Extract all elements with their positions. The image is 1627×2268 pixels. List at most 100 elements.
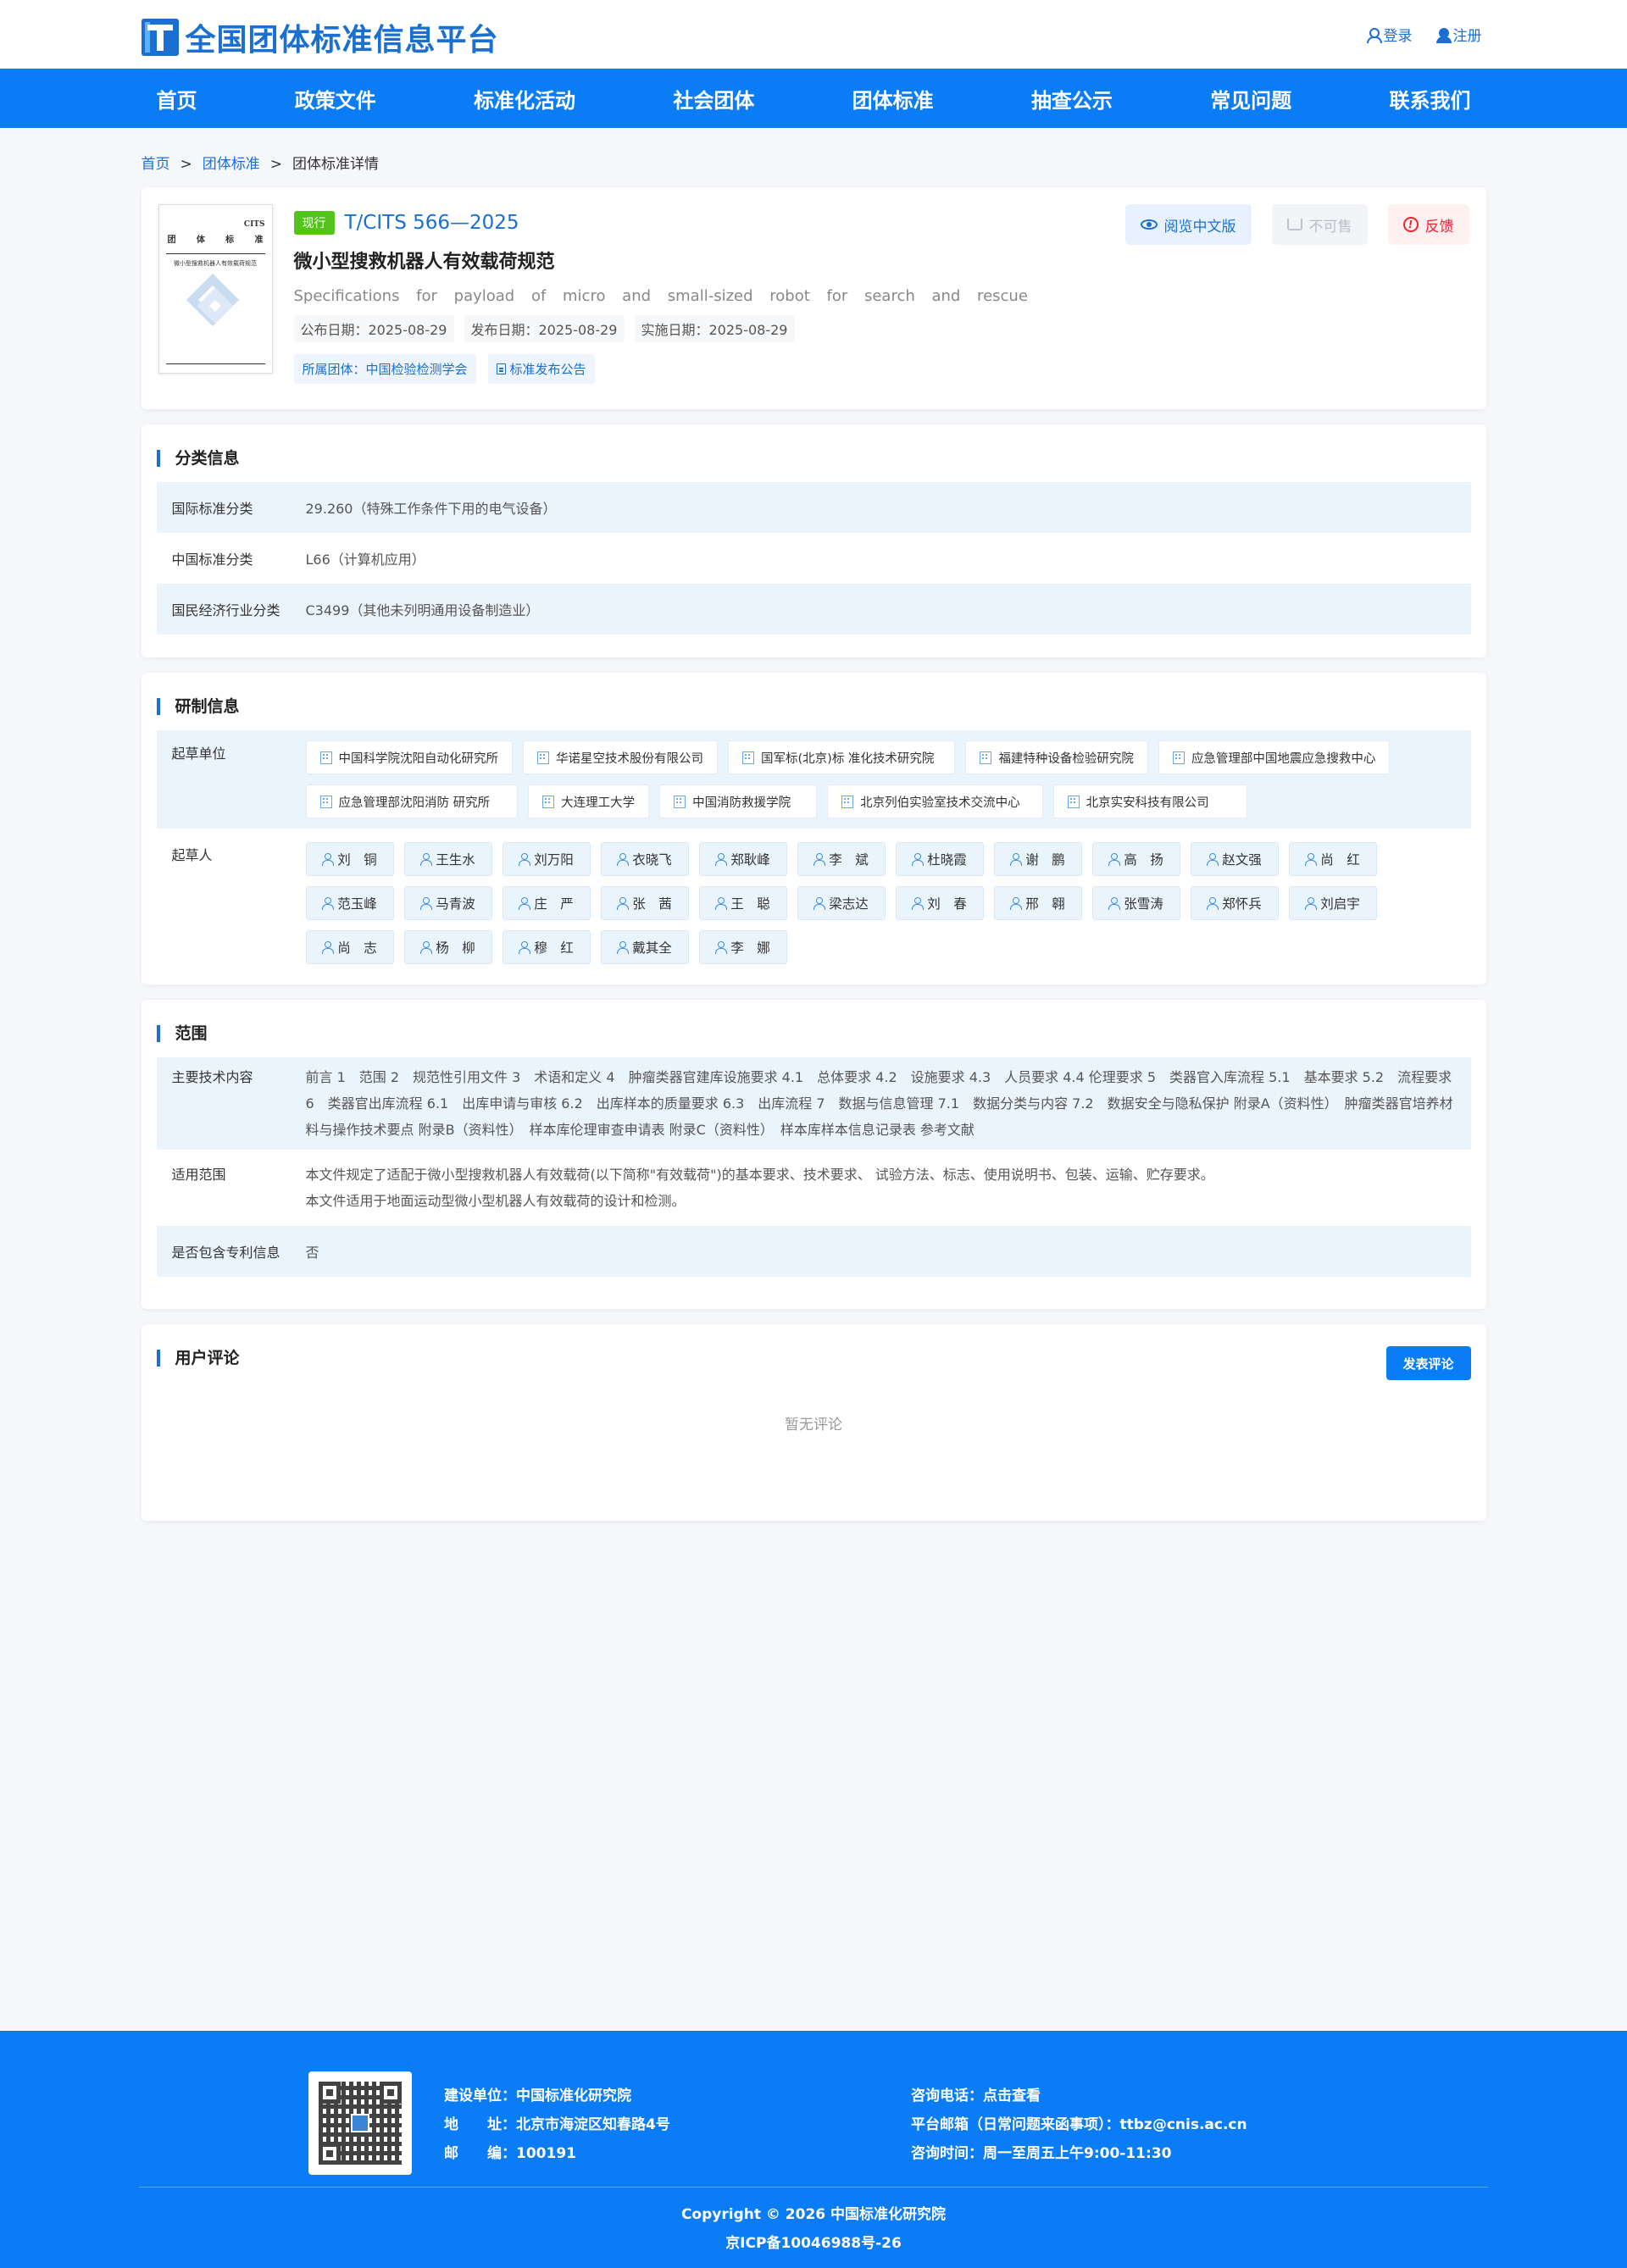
- person-chip[interactable]: 郑怀兵: [1190, 886, 1279, 920]
- nav-item-activities[interactable]: 标准化活动: [474, 84, 575, 114]
- standard-cover-thumbnail[interactable]: CITS 团体标准 微小型搜救机器人有效载荷规范: [158, 204, 273, 374]
- person-name: 庄 严: [534, 896, 574, 912]
- drafting-orgs-row: 起草单位 中国科学院沈阳自动化研究所 华诺星空技术股份有限公司 国军标(北京)标…: [156, 730, 1471, 829]
- org-chip[interactable]: 应急管理部沈阳消防 研究所: [305, 785, 519, 818]
- auth-links: 登录 注册: [1366, 24, 1482, 45]
- person-chip[interactable]: 王 聪: [698, 886, 787, 920]
- person-icon: [912, 897, 925, 910]
- nav-item-inspection[interactable]: 抽查公示: [1031, 84, 1113, 114]
- person-chip[interactable]: 庄 严: [502, 886, 591, 920]
- alert-icon: !: [1402, 217, 1419, 232]
- person-chip[interactable]: 尚 志: [305, 930, 394, 964]
- icp-link[interactable]: 京ICP备10046988号-26: [0, 2229, 1627, 2258]
- section-title: 范围: [156, 1025, 1471, 1042]
- person-chip[interactable]: 刘万阳: [502, 842, 591, 876]
- org-chip[interactable]: 中国科学院沈阳自动化研究所: [305, 740, 513, 774]
- tech-content-value: 前言 1 范围 2 规范性引用文件 3 术语和定义 4 肿瘤类器官建库设施要求 …: [305, 1069, 1453, 1138]
- person-chip[interactable]: 刘启宇: [1288, 886, 1377, 920]
- read-chinese-button[interactable]: 阅览中文版: [1124, 204, 1252, 245]
- org-chip[interactable]: 福建特种设备检验研究院: [965, 740, 1148, 774]
- person-chip[interactable]: 衣晓飞: [600, 842, 689, 876]
- top-header: 全国团体标准信息平台 登录 注册: [0, 0, 1627, 69]
- person-icon: [814, 897, 826, 910]
- person-name: 刘 铜: [337, 852, 377, 868]
- nav-item-policy[interactable]: 政策文件: [295, 84, 376, 114]
- org-chip[interactable]: 大连理工大学: [528, 785, 650, 818]
- org-chip[interactable]: 中国消防救援学院: [659, 785, 818, 818]
- person-chip[interactable]: 李 娜: [698, 930, 787, 964]
- nav-item-faq[interactable]: 常见问题: [1210, 84, 1291, 114]
- person-icon: [420, 853, 433, 866]
- breadcrumb-home[interactable]: 首页: [142, 156, 170, 173]
- person-chip[interactable]: 戴其全: [600, 930, 689, 964]
- breadcrumb-group-standards[interactable]: 团体标准: [203, 156, 260, 173]
- person-chip-list: 刘 铜 王生水 刘万阳 衣晓飞 郑耿峰 李 斌 杜晓霞 谢 鹏 高 扬 赵文强 尚 红范玉峰 马青波 庄…: [305, 839, 1456, 968]
- nav-item-contact[interactable]: 联系我们: [1389, 84, 1470, 114]
- person-chip[interactable]: 王生水: [403, 842, 492, 876]
- building-icon: [537, 751, 549, 764]
- person-chip[interactable]: 高 扬: [1091, 842, 1180, 876]
- release-date: 发布日期：2025-08-29: [464, 315, 625, 342]
- announcement-tag[interactable]: 标准发布公告: [487, 354, 595, 384]
- person-icon: [912, 853, 925, 866]
- person-icon: [715, 853, 728, 866]
- nav-item-home[interactable]: 首页: [157, 84, 197, 114]
- person-name: 刘 春: [927, 896, 967, 912]
- nav-item-organizations[interactable]: 社会团体: [673, 84, 754, 114]
- building-icon: [542, 795, 555, 808]
- person-chip[interactable]: 赵文强: [1190, 842, 1279, 876]
- site-logo[interactable]: 全国团体标准信息平台: [141, 15, 499, 59]
- login-link[interactable]: 登录: [1366, 24, 1413, 45]
- row-value: L66（计算机应用）: [305, 552, 425, 568]
- row-value: C3499（其他未列明通用设备制造业）: [305, 602, 540, 618]
- person-chip[interactable]: 谢 鹏: [993, 842, 1082, 876]
- person-icon: [322, 897, 335, 910]
- person-icon: [322, 853, 335, 866]
- row-label: 起草单位: [171, 746, 226, 762]
- person-chip[interactable]: 范玉峰: [305, 886, 394, 920]
- footer-org-info: 建设单位：中国标准化研究院 地 址：北京市海淀区知春路4号 邮 编：100191: [444, 2082, 670, 2168]
- person-chip[interactable]: 杨 柳: [403, 930, 492, 964]
- person-chip[interactable]: 李 斌: [797, 842, 886, 876]
- org-chip[interactable]: 北京实安科技有限公司: [1052, 785, 1247, 818]
- person-name: 尚 志: [337, 940, 377, 956]
- building-icon: [841, 795, 854, 808]
- org-chip[interactable]: 北京列伯实验室技术交流中心: [827, 785, 1043, 818]
- range-value: 本文件规定了适配于微小型搜救机器人有效载荷(以下简称"有效载荷")的基本要求、技…: [306, 1162, 1456, 1214]
- org-chip[interactable]: 国军标(北京)标 准化技术研究院: [728, 740, 956, 774]
- cover-code: CITS: [243, 220, 265, 229]
- organization-tag[interactable]: 所属团体：中国检验检测学会: [293, 354, 476, 384]
- breadcrumb-sep: >: [269, 156, 282, 173]
- org-chip[interactable]: 华诺星空技术股份有限公司: [523, 740, 718, 774]
- person-chip[interactable]: 马青波: [403, 886, 492, 920]
- person-chip[interactable]: 邢 翱: [993, 886, 1082, 920]
- person-icon: [1305, 853, 1318, 866]
- person-icon: [1305, 897, 1318, 910]
- person-chip[interactable]: 杜晓霞: [895, 842, 984, 876]
- register-link[interactable]: 注册: [1435, 24, 1482, 45]
- row-label: 国民经济行业分类: [171, 602, 280, 618]
- section-title: 研制信息: [156, 698, 1471, 715]
- person-chip[interactable]: 张 茜: [600, 886, 689, 920]
- person-name: 王 聪: [730, 896, 770, 912]
- action-buttons: 阅览中文版 不可售 ! 反馈: [1124, 204, 1469, 245]
- footer-phone[interactable]: 咨询电话：点击查看: [911, 2082, 1247, 2110]
- feedback-button[interactable]: ! 反馈: [1387, 204, 1469, 245]
- person-chip[interactable]: 刘 铜: [305, 842, 394, 876]
- person-chip[interactable]: 尚 红: [1288, 842, 1377, 876]
- person-chip[interactable]: 穆 红: [502, 930, 591, 964]
- person-chip[interactable]: 梁志达: [797, 886, 886, 920]
- person-chip[interactable]: 刘 春: [895, 886, 984, 920]
- post-comment-button[interactable]: 发表评论: [1385, 1346, 1471, 1380]
- not-for-sale-button[interactable]: 不可售: [1271, 204, 1368, 245]
- nav-item-group-standards[interactable]: 团体标准: [852, 84, 934, 114]
- person-chip[interactable]: 张雪涛: [1091, 886, 1180, 920]
- effective-date: 实施日期：2025-08-29: [634, 315, 795, 342]
- person-name: 赵文强: [1222, 852, 1262, 868]
- person-icon: [420, 897, 433, 910]
- org-chip[interactable]: 应急管理部中国地震应急搜救中心: [1158, 740, 1391, 774]
- cart-icon: [1286, 219, 1302, 230]
- person-chip[interactable]: 郑耿峰: [698, 842, 787, 876]
- person-name: 高 扬: [1124, 852, 1163, 868]
- footer-divider: [139, 2187, 1488, 2188]
